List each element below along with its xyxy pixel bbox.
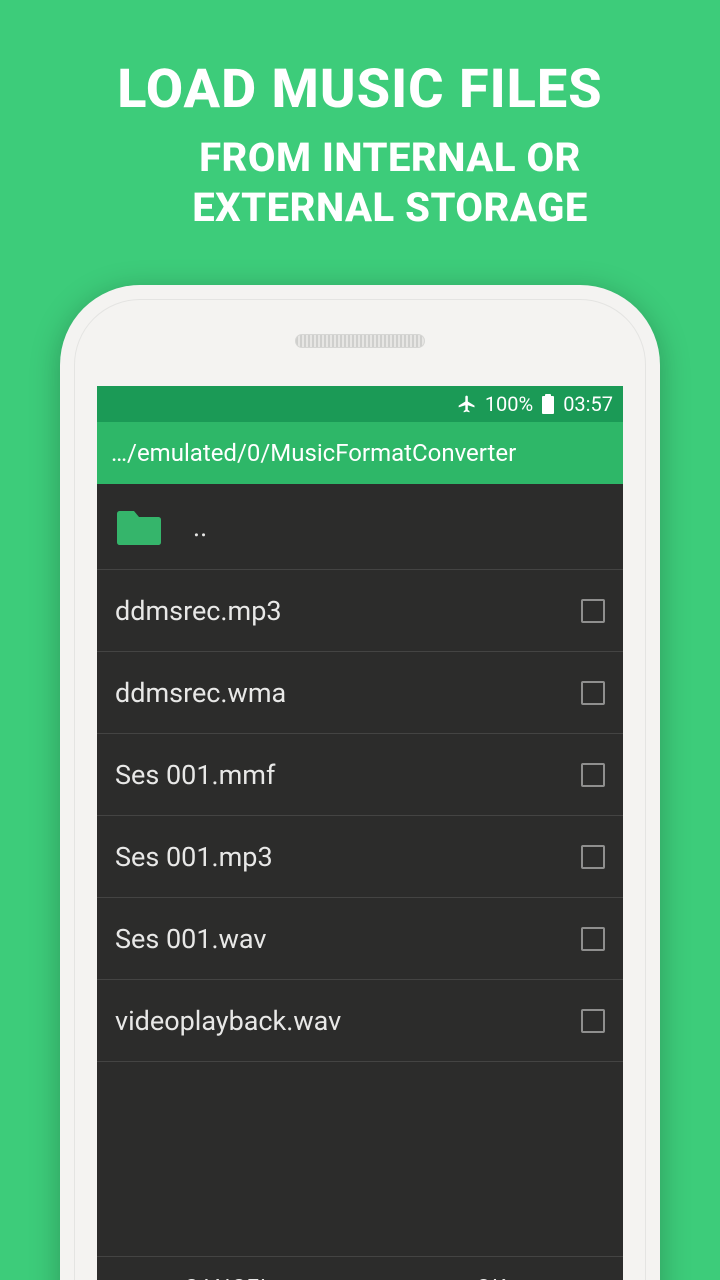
file-row[interactable]: videoplayback.wav (97, 980, 623, 1062)
file-checkbox[interactable] (581, 845, 605, 869)
file-checkbox[interactable] (581, 599, 605, 623)
folder-icon (115, 508, 163, 546)
file-list: .. ddmsrec.mp3 ddmsrec.wma Ses 001.mmf S… (97, 484, 623, 1256)
promo-title: LOAD MUSIC FILES (0, 58, 720, 121)
file-name: Ses 001.wav (115, 923, 581, 955)
file-row[interactable]: ddmsrec.wma (97, 652, 623, 734)
file-row[interactable]: Ses 001.mmf (97, 734, 623, 816)
battery-percent: 100% (485, 392, 533, 416)
file-name: ddmsrec.wma (115, 677, 581, 709)
file-name: Ses 001.mmf (115, 759, 581, 791)
ok-button[interactable]: OK (360, 1257, 623, 1280)
cancel-button[interactable]: CANCEL (97, 1257, 360, 1280)
file-checkbox[interactable] (581, 763, 605, 787)
button-bar: CANCEL OK (97, 1256, 623, 1280)
clock: 03:57 (563, 392, 613, 416)
device-frame: 100% 03:57 …/emulated/0/MusicFormatConve… (60, 285, 660, 1280)
app-screen: 100% 03:57 …/emulated/0/MusicFormatConve… (97, 386, 623, 1280)
promo-subtitle: FROM INTERNAL OR EXTERNAL STORAGE (0, 133, 720, 233)
path-bar[interactable]: …/emulated/0/MusicFormatConverter (97, 422, 623, 484)
parent-directory-label: .. (193, 511, 605, 543)
file-row[interactable]: ddmsrec.mp3 (97, 570, 623, 652)
file-name: Ses 001.mp3 (115, 841, 581, 873)
airplane-mode-icon (457, 394, 477, 414)
battery-icon (541, 394, 555, 414)
status-bar: 100% 03:57 (97, 386, 623, 422)
file-checkbox[interactable] (581, 681, 605, 705)
file-checkbox[interactable] (581, 1009, 605, 1033)
file-row[interactable]: Ses 001.mp3 (97, 816, 623, 898)
current-path: …/emulated/0/MusicFormatConverter (111, 439, 516, 467)
file-name: videoplayback.wav (115, 1005, 581, 1037)
file-row[interactable]: Ses 001.wav (97, 898, 623, 980)
promo-banner: LOAD MUSIC FILES FROM INTERNAL OR EXTERN… (0, 58, 720, 233)
file-checkbox[interactable] (581, 927, 605, 951)
device-speaker (295, 334, 425, 348)
file-name: ddmsrec.mp3 (115, 595, 581, 627)
parent-directory-row[interactable]: .. (97, 484, 623, 570)
